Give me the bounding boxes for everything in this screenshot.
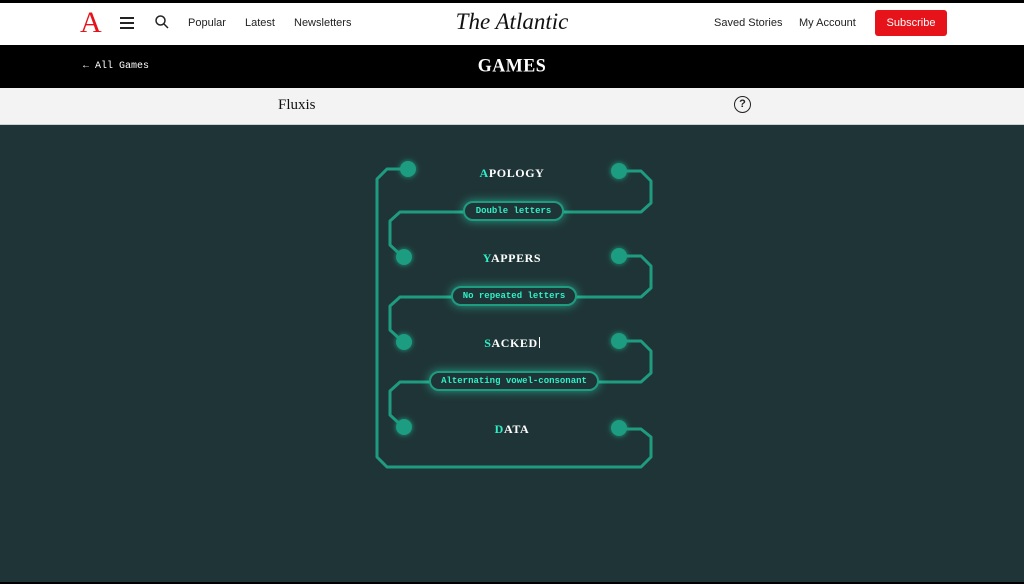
word-rest: APPERS [490, 251, 542, 265]
nav-popular-link[interactable]: Popular [188, 17, 226, 29]
word-rest: ACKED [491, 336, 538, 350]
hamburger-icon[interactable] [120, 17, 134, 29]
games-bar: ← All Games GAMES [0, 45, 1024, 88]
word-slot[interactable]: APOLOGY [412, 166, 612, 181]
node-1-right [611, 163, 627, 179]
game-board: APOLOGY Double letters YAPPERS No repeat… [0, 125, 1024, 582]
word-rest: ATA [503, 422, 530, 436]
word-slot-active[interactable]: SACKED [412, 336, 612, 351]
circuit-lines [375, 161, 653, 469]
word-first-letter: Y [482, 251, 491, 265]
word-first-letter: A [479, 166, 489, 180]
help-icon[interactable]: ? [734, 96, 751, 113]
nav-latest-link[interactable]: Latest [245, 17, 275, 29]
nav-newsletters-link[interactable]: Newsletters [294, 17, 351, 29]
node-3-left [396, 334, 412, 350]
top-navigation: A Popular Latest Newsletters The Atlanti… [0, 0, 1024, 45]
word-slot[interactable]: DATA [412, 422, 612, 437]
node-4-right [611, 420, 627, 436]
rule-label: No repeated letters [451, 286, 577, 306]
text-caret [538, 337, 540, 348]
node-3-right [611, 333, 627, 349]
saved-stories-link[interactable]: Saved Stories [714, 17, 782, 29]
node-4-left [396, 419, 412, 435]
games-title: GAMES [477, 54, 547, 76]
word-slot[interactable]: YAPPERS [412, 251, 612, 266]
node-2-left [396, 249, 412, 265]
my-account-link[interactable]: My Account [799, 17, 856, 29]
masthead-title[interactable]: The Atlantic [456, 9, 569, 34]
node-2-right [611, 248, 627, 264]
search-icon[interactable] [154, 14, 170, 30]
subscribe-button[interactable]: Subscribe [875, 10, 947, 36]
word-rest: POLOGY [488, 166, 545, 180]
word-first-letter: D [494, 422, 504, 436]
rule-label: Alternating vowel-consonant [429, 371, 599, 391]
game-title-bar: Fluxis ? [0, 88, 1024, 125]
game-name: Fluxis [278, 97, 316, 113]
atlantic-logo[interactable]: A [80, 5, 102, 41]
rule-label: Double letters [463, 201, 564, 221]
